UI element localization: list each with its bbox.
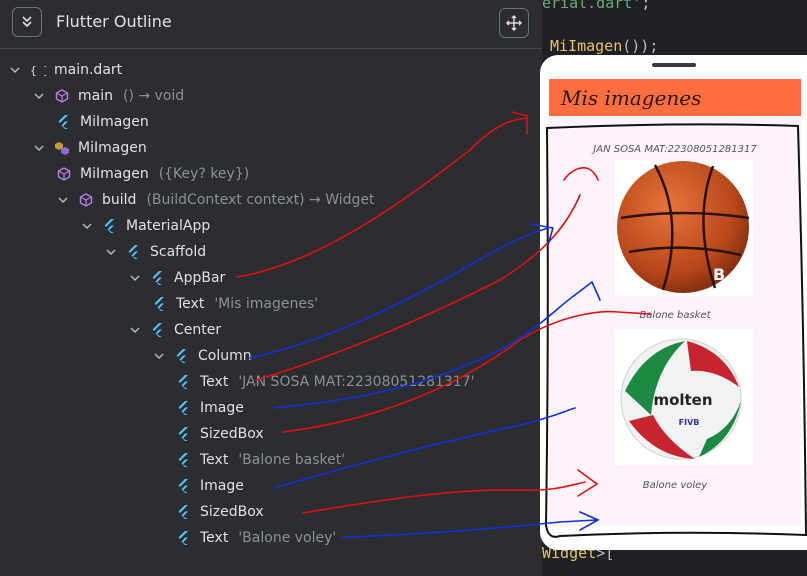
- caption-basket: Balone basket: [639, 310, 711, 321]
- outline-node-signature: 'Balone voley': [238, 530, 337, 546]
- flutter-widget-icon: [152, 296, 168, 312]
- flutter-widget-icon: [150, 322, 166, 338]
- flutter-widget-icon: [174, 348, 190, 364]
- outline-node[interactable]: Scaffold: [104, 240, 216, 264]
- outline-node-label: Text: [176, 296, 205, 312]
- flutter-widget-icon: [176, 504, 192, 520]
- outline-node-label: Scaffold: [150, 244, 207, 260]
- basketball-image: B: [615, 160, 753, 296]
- outline-node[interactable]: Image: [176, 474, 254, 498]
- method-icon: [78, 192, 94, 208]
- outline-node[interactable]: MiImagen ({Key? key}): [56, 162, 249, 186]
- outline-node-signature: (BuildContext context) → Widget: [146, 192, 375, 208]
- method-icon: [54, 88, 70, 104]
- svg-text:molten: molten: [653, 391, 712, 409]
- outline-node-label: Text: [200, 530, 229, 546]
- outline-node-label: Text: [200, 374, 229, 390]
- outline-node-signature: 'Mis imagenes': [214, 296, 319, 312]
- code-line-import: erial.dart';: [542, 0, 651, 12]
- flutter-widget-icon: [176, 400, 192, 416]
- caption-voley: Balone voley: [642, 480, 708, 491]
- outline-node[interactable]: MaterialApp: [80, 214, 220, 238]
- outline-node[interactable]: MiImagen: [56, 110, 159, 134]
- outline-node[interactable]: Text 'Balone voley': [176, 526, 336, 550]
- chevron-down-icon[interactable]: [8, 63, 22, 77]
- outline-node-label: Column: [198, 348, 252, 364]
- chevron-down-icon[interactable]: [32, 141, 46, 155]
- app-body: JAN SOSA MAT:22308051281317 B Balone bas: [549, 116, 801, 526]
- chevron-down-icon[interactable]: [128, 323, 142, 337]
- outline-node[interactable]: SizedBox: [176, 422, 274, 446]
- outline-node[interactable]: MiImagen: [32, 136, 157, 160]
- outline-node-label: Text: [200, 452, 229, 468]
- outline-node-label: Image: [200, 400, 244, 416]
- app-bar-title: Mis imagenes: [561, 86, 702, 110]
- outline-node[interactable]: Text 'Balone basket': [176, 448, 345, 472]
- flutter-widget-icon: [56, 114, 72, 130]
- outline-node[interactable]: SizedBox: [176, 500, 274, 524]
- chevron-down-icon[interactable]: [32, 89, 46, 103]
- flutter-widget-icon: [126, 244, 142, 260]
- outline-node[interactable]: { } main.dart: [8, 58, 132, 82]
- outline-node[interactable]: main () → void: [32, 84, 184, 108]
- outline-node-label: AppBar: [174, 270, 226, 286]
- flutter-widget-icon: [176, 374, 192, 390]
- outline-node-label: MiImagen: [78, 140, 147, 156]
- svg-text:FIVB: FIVB: [679, 418, 700, 427]
- outline-node-label: Center: [174, 322, 222, 338]
- flutter-widget-icon: [150, 270, 166, 286]
- volleyball-icon: molten FIVB: [620, 338, 742, 460]
- move-arrows-icon: [506, 15, 522, 31]
- outline-node-label: main: [78, 88, 113, 104]
- basketball-icon: B: [617, 161, 750, 293]
- phone-notch: [652, 63, 696, 67]
- flutter-widget-icon: [176, 426, 192, 442]
- outline-node-label: build: [102, 192, 137, 208]
- outline-node[interactable]: Image: [176, 396, 254, 420]
- outline-node-signature: 'JAN SOSA MAT:22308051281317': [238, 374, 475, 390]
- outline-node-signature: () → void: [122, 88, 185, 104]
- outline-node-label: MaterialApp: [126, 218, 211, 234]
- outline-node-label: MiImagen: [80, 114, 149, 130]
- student-text: JAN SOSA MAT:22308051281317: [593, 144, 757, 155]
- flutter-widget-icon: [176, 530, 192, 546]
- outline-header: Flutter Outline: [0, 0, 542, 49]
- outline-node-label: Image: [200, 478, 244, 494]
- phone-preview: Mis imagenes JAN SOSA MAT:22308051281317…: [540, 55, 807, 550]
- volleyball-image: molten FIVB: [615, 329, 753, 465]
- outline-node[interactable]: AppBar: [128, 266, 235, 290]
- chevron-down-icon[interactable]: [104, 245, 118, 259]
- chevron-down-icon[interactable]: [128, 271, 142, 285]
- chevron-down-icon[interactable]: [80, 219, 94, 233]
- outline-node-signature: 'Balone basket': [238, 452, 346, 468]
- outline-title: Flutter Outline: [56, 12, 172, 31]
- outline-node-label: MiImagen: [80, 166, 149, 182]
- flutter-widget-icon: [176, 452, 192, 468]
- method-icon: [56, 166, 72, 182]
- double-chevron-down-icon: [22, 16, 32, 28]
- file-braces-icon: { }: [30, 62, 46, 78]
- outline-node-label: main.dart: [54, 62, 123, 78]
- class-icon: [54, 140, 70, 156]
- outline-node[interactable]: Text 'JAN SOSA MAT:22308051281317': [176, 370, 475, 394]
- outline-node-label: SizedBox: [200, 504, 264, 520]
- move-button[interactable]: [499, 8, 529, 38]
- flutter-widget-icon: [176, 478, 192, 494]
- outline-node[interactable]: Column: [152, 344, 262, 368]
- flutter-outline-panel: Flutter Outline { } main.dart main () → voi…: [0, 0, 542, 576]
- collapse-all-button[interactable]: [12, 7, 42, 37]
- flutter-widget-icon: [102, 218, 118, 234]
- svg-text:{ }: { }: [30, 64, 46, 77]
- outline-node[interactable]: build (BuildContext context) → Widget: [56, 188, 375, 212]
- chevron-down-icon[interactable]: [56, 193, 70, 207]
- chevron-down-icon[interactable]: [152, 349, 166, 363]
- svg-text:B: B: [713, 265, 725, 284]
- code-line-runapp: MiImagen());: [550, 37, 659, 55]
- app-bar: Mis imagenes: [549, 79, 801, 116]
- outline-node[interactable]: Center: [128, 318, 231, 342]
- outline-node[interactable]: Text 'Mis imagenes': [152, 292, 318, 316]
- outline-node-signature: ({Key? key}): [158, 166, 250, 182]
- outline-node-label: SizedBox: [200, 426, 264, 442]
